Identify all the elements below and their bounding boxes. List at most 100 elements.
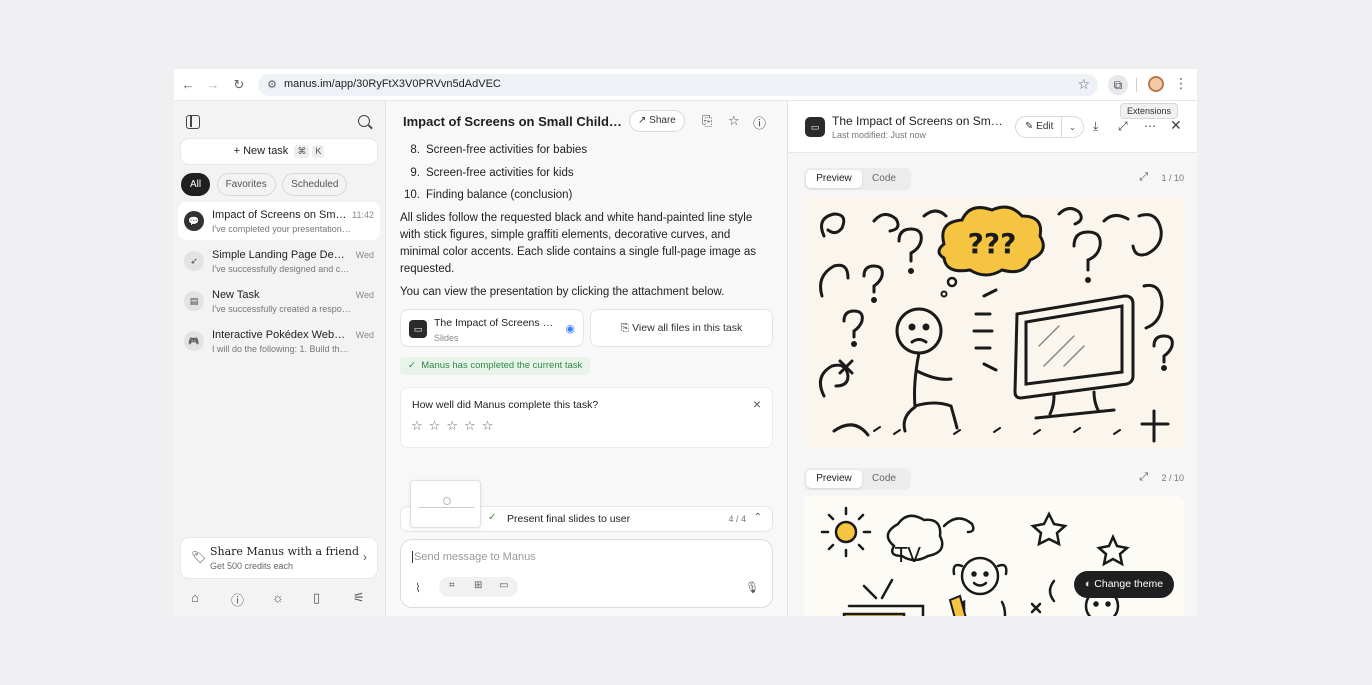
slide-2[interactable]: TV — [804, 496, 1184, 616]
mobile-icon[interactable]: ▯ — [313, 590, 320, 606]
sidebar-toggle-icon[interactable] — [186, 115, 200, 129]
task-subtitle: I've successfully created a response to … — [212, 304, 352, 314]
tab-code[interactable]: Code — [856, 470, 912, 488]
slide-thumbnail[interactable] — [410, 480, 481, 528]
settings-sliders-icon[interactable]: ⚟ — [353, 590, 365, 606]
slide-toolbar: Preview Code ⤢ 2 / 10 — [804, 468, 1184, 490]
list-item: 9. Screen-free activities for kids — [400, 167, 573, 179]
favorite-star-icon[interactable]: ☆ — [728, 113, 740, 129]
message-input[interactable]: Send message to Manus — [412, 551, 536, 563]
close-icon[interactable]: × — [753, 396, 761, 412]
filter-favorites[interactable]: Favorites — [216, 173, 276, 196]
list-item: 10. Finding balance (conclusion) — [400, 189, 572, 201]
star-icon[interactable]: ☆ — [482, 418, 500, 433]
search-icon[interactable] — [358, 115, 370, 127]
shortcut-key: ⌘ — [294, 145, 310, 158]
browser-tool-icon[interactable]: ⌗ — [449, 580, 455, 591]
profile-avatar[interactable] — [1148, 76, 1164, 92]
slide-page-number: 1 / 10 — [1161, 173, 1184, 183]
slide-2-illustration: TV — [820, 506, 1130, 616]
help-icon[interactable]: ⓘ — [231, 590, 244, 609]
files-icon[interactable]: ⎘ — [702, 113, 712, 129]
fullscreen-icon[interactable]: ⤢ — [1118, 119, 1128, 134]
tab-preview[interactable]: Preview — [806, 470, 862, 488]
more-icon[interactable]: ⋯ — [1144, 119, 1156, 133]
list-text: Finding balance (conclusion) — [426, 189, 573, 201]
gift-icon: 🏷 — [191, 550, 207, 564]
extensions-tooltip: Extensions — [1120, 103, 1179, 119]
comment-tool-icon[interactable]: ▭ — [499, 580, 508, 591]
paperclip-icon[interactable]: ⌇ — [415, 581, 421, 595]
rating-stars[interactable]: ☆☆☆☆☆ — [411, 418, 499, 434]
home-icon[interactable]: ⌂ — [191, 590, 199, 605]
share-button[interactable]: ↗ Share — [629, 110, 685, 132]
tab-preview[interactable]: Preview — [806, 170, 862, 188]
tab-code[interactable]: Code — [856, 170, 912, 188]
task-item[interactable]: ➶ Simple Landing Page Design Wed I've su… — [178, 242, 380, 280]
apps-tool-icon[interactable]: ⊞ — [474, 580, 482, 591]
share-label: Share — [649, 115, 676, 126]
chat-panel: Impact of Screens on Small Children ↗ Sh… — [386, 101, 787, 616]
star-icon[interactable]: ☆ — [429, 418, 447, 433]
view-all-label: View all files in this task — [632, 322, 743, 334]
filter-all[interactable]: All — [181, 173, 211, 196]
slide-1[interactable]: ??? — [804, 196, 1184, 449]
list-text: Screen-free activities for babies — [426, 144, 588, 156]
slides-attachment[interactable]: ▭ The Impact of Screens on Small Childre… — [400, 309, 584, 347]
site-settings-icon[interactable]: ⚙ — [264, 77, 280, 93]
task-item[interactable]: 💬 Impact of Screens on Small Children 11… — [178, 202, 380, 240]
slide-toolbar: Preview Code ⤢ 1 / 10 — [804, 168, 1184, 190]
new-task-button[interactable]: + New task ⌘ K — [181, 139, 377, 164]
slide-page-number: 2 / 10 — [1161, 473, 1184, 483]
sidebar: + New task ⌘ K All Favorites Scheduled 💬 … — [174, 101, 386, 616]
slide-1-illustration: ??? — [818, 205, 1174, 443]
url-text: manus.im/app/30RyFtX3V0PRVvn5dAdVEC — [284, 78, 501, 90]
task-subtitle: I've completed your presentation on the … — [212, 224, 352, 234]
attachment-type: Slides — [434, 333, 459, 343]
share-subtitle: Get 500 credits each — [210, 561, 294, 571]
chat-header: Impact of Screens on Small Children ↗ Sh… — [386, 101, 787, 141]
document-icon: ▤ — [184, 291, 204, 311]
download-icon[interactable]: ⤓ — [1093, 119, 1098, 134]
status-badge: ✓ Manus has completed the current task — [400, 357, 591, 375]
message-composer[interactable]: Send message to Manus ⌇ ⌗ ⊞ ▭ 🎙 — [400, 539, 773, 608]
lightbulb-icon[interactable]: ☼ — [272, 590, 284, 605]
change-theme-button[interactable]: ◐ Change theme — [1074, 571, 1175, 598]
info-icon[interactable]: ⓘ — [753, 113, 766, 132]
expand-icon[interactable]: ⤢ — [1139, 171, 1148, 184]
star-icon[interactable]: ☆ — [446, 418, 464, 433]
task-title: Interactive Pokédex Webpage — [212, 329, 348, 341]
slides-file-icon: ▭ — [409, 320, 427, 338]
task-time: Wed — [355, 290, 374, 300]
reload-icon[interactable]: ↻ — [231, 77, 247, 93]
close-icon[interactable]: ✕ — [1170, 117, 1182, 134]
star-icon[interactable]: ☆ — [411, 418, 429, 433]
task-item[interactable]: 🎮 Interactive Pokédex Webpage Wed I will… — [178, 322, 380, 360]
task-item[interactable]: ▤ New Task Wed I've successfully created… — [178, 282, 380, 320]
chevron-up-icon[interactable]: ⌃ — [754, 512, 762, 523]
task-filters: All Favorites Scheduled — [181, 173, 349, 197]
forward-arrow-icon[interactable]: → — [205, 77, 221, 93]
rating-card: How well did Manus complete this task? ×… — [400, 387, 773, 448]
extensions-puzzle-icon[interactable]: ⧉ — [1108, 75, 1128, 95]
chevron-down-icon[interactable]: ⌄ — [1061, 117, 1083, 137]
filter-scheduled[interactable]: Scheduled — [282, 173, 348, 196]
attachment-name: The Impact of Screens on Small Children — [434, 317, 558, 329]
new-task-label: + New task — [233, 145, 289, 157]
edit-button[interactable]: ✎ Edit ⌄ — [1015, 116, 1084, 138]
back-arrow-icon[interactable]: ← — [180, 77, 196, 93]
eye-icon[interactable]: ◉ — [565, 322, 575, 335]
task-time: Wed — [355, 330, 374, 340]
address-bar[interactable]: ⚙ manus.im/app/30RyFtX3V0PRVvn5dAdVEC ☆ — [258, 74, 1098, 96]
check-icon: ✓ — [488, 512, 497, 523]
browser-menu-icon[interactable]: ⋮ — [1174, 75, 1188, 92]
microphone-icon[interactable]: 🎙 — [745, 581, 759, 594]
rocket-icon: ➶ — [184, 251, 204, 271]
bookmark-star-icon[interactable]: ☆ — [1077, 76, 1090, 93]
browser-toolbar: ← → ↻ ⚙ manus.im/app/30RyFtX3V0PRVvn5dAd… — [174, 69, 1197, 101]
star-icon[interactable]: ☆ — [464, 418, 482, 433]
share-referral-card[interactable]: 🏷 Share Manus with a friend Get 500 cred… — [181, 538, 377, 578]
view-all-files-button[interactable]: ⎘ View all files in this task — [590, 309, 773, 347]
change-theme-label: Change theme — [1094, 578, 1164, 590]
expand-icon[interactable]: ⤢ — [1139, 471, 1148, 484]
